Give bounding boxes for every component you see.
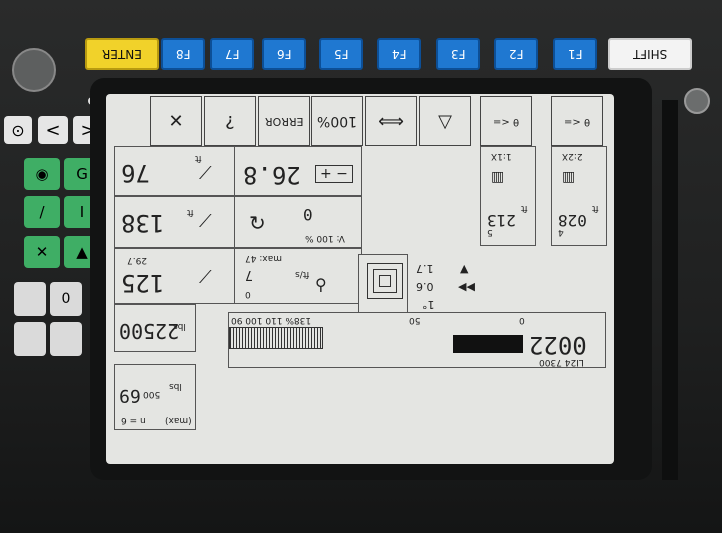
error-icon: ERROR: [258, 96, 310, 146]
wind-cell: 7 max: 47 ft/s 0 ⚲: [234, 248, 362, 304]
green-button-3[interactable]: /: [24, 196, 60, 228]
keypad-button-3[interactable]: [50, 322, 82, 356]
theta-left-icon: θ <=: [480, 96, 532, 146]
load-percent-icon: 100%: [311, 96, 363, 146]
f5-key[interactable]: F5: [319, 38, 363, 70]
shift-key[interactable]: SHIFT: [608, 38, 692, 70]
green-button-1[interactable]: ◉: [24, 158, 60, 190]
key-switch-icon[interactable]: [12, 48, 56, 92]
keypad-button-0[interactable]: 0: [50, 282, 82, 316]
target-icon: [358, 254, 408, 314]
f2-key[interactable]: F2: [494, 38, 538, 70]
f3-key[interactable]: F3: [436, 38, 480, 70]
radius-cell: 125 29.7 ⟋: [114, 248, 238, 304]
left-arrow-button[interactable]: <: [38, 116, 68, 144]
lattice-boom-icon: ⟋: [199, 211, 212, 232]
screw-icon: [684, 88, 710, 114]
f7-key[interactable]: F7: [210, 38, 254, 70]
right-rail: [662, 100, 678, 480]
f8-key[interactable]: F8: [161, 38, 205, 70]
keypad-button-1[interactable]: [14, 282, 46, 316]
hoist-right-cell: 2:2X ▥ 028 4 ft: [551, 146, 607, 246]
target-values: 1.7 0.6 1° ▲ ◀◀: [416, 262, 475, 311]
arrows-icon: ⟺: [365, 96, 417, 146]
control-panel: SHIFT F1 F2 F3 F4 F5 F6 F7 F8 ENTER < > …: [0, 0, 722, 533]
load-a-cell: 22500 lbs: [114, 304, 196, 352]
f1-key[interactable]: F1: [553, 38, 597, 70]
boom-length-cell: 76 ft ⟋: [114, 146, 238, 196]
radius-icon: ⟋: [199, 267, 212, 288]
drum-left-icon: ▥: [491, 169, 505, 185]
f6-key[interactable]: F6: [262, 38, 306, 70]
warning-icon: ▽: [419, 96, 471, 146]
boom-angle-cell: 138 ft ⟋: [114, 196, 238, 248]
battery-icon: + −: [315, 165, 353, 183]
load-bar-fill: [453, 335, 523, 353]
battery-cell: 26.8 + −: [234, 146, 362, 196]
load-bar-cell: 138% 110 100 90 50 0 0022 LI24 7300: [228, 312, 606, 368]
no-hook-icon: ✕: [150, 96, 202, 146]
wind-anemometer-icon: ⚲: [315, 275, 327, 294]
lcd-screen: ✕ ? ERROR 100% ⟺ ▽ θ <= θ <= 76 ft ⟋ 26.…: [106, 94, 614, 464]
enter-key[interactable]: ENTER: [85, 38, 159, 70]
hoist-left-cell: 1:1X ▥ 213 5 ft: [480, 146, 536, 246]
f4-key[interactable]: F4: [377, 38, 421, 70]
theta-right-icon: θ <=: [551, 96, 603, 146]
slew-icon: ↻: [249, 211, 266, 235]
drum-right-icon: ▥: [562, 169, 576, 185]
round-button[interactable]: ⊙: [4, 116, 32, 144]
operator-help-icon: ?: [204, 96, 256, 146]
load-bar-hatched: [229, 327, 323, 349]
load-b-cell: 69 500 lbs (max) n = 6: [114, 364, 196, 430]
slew-cell: ↻ 0 V: 100 %: [234, 196, 362, 248]
boom-icon: ⟋: [199, 163, 212, 184]
keypad-button-2[interactable]: [14, 322, 46, 356]
green-button-5[interactable]: ✕: [24, 236, 60, 268]
